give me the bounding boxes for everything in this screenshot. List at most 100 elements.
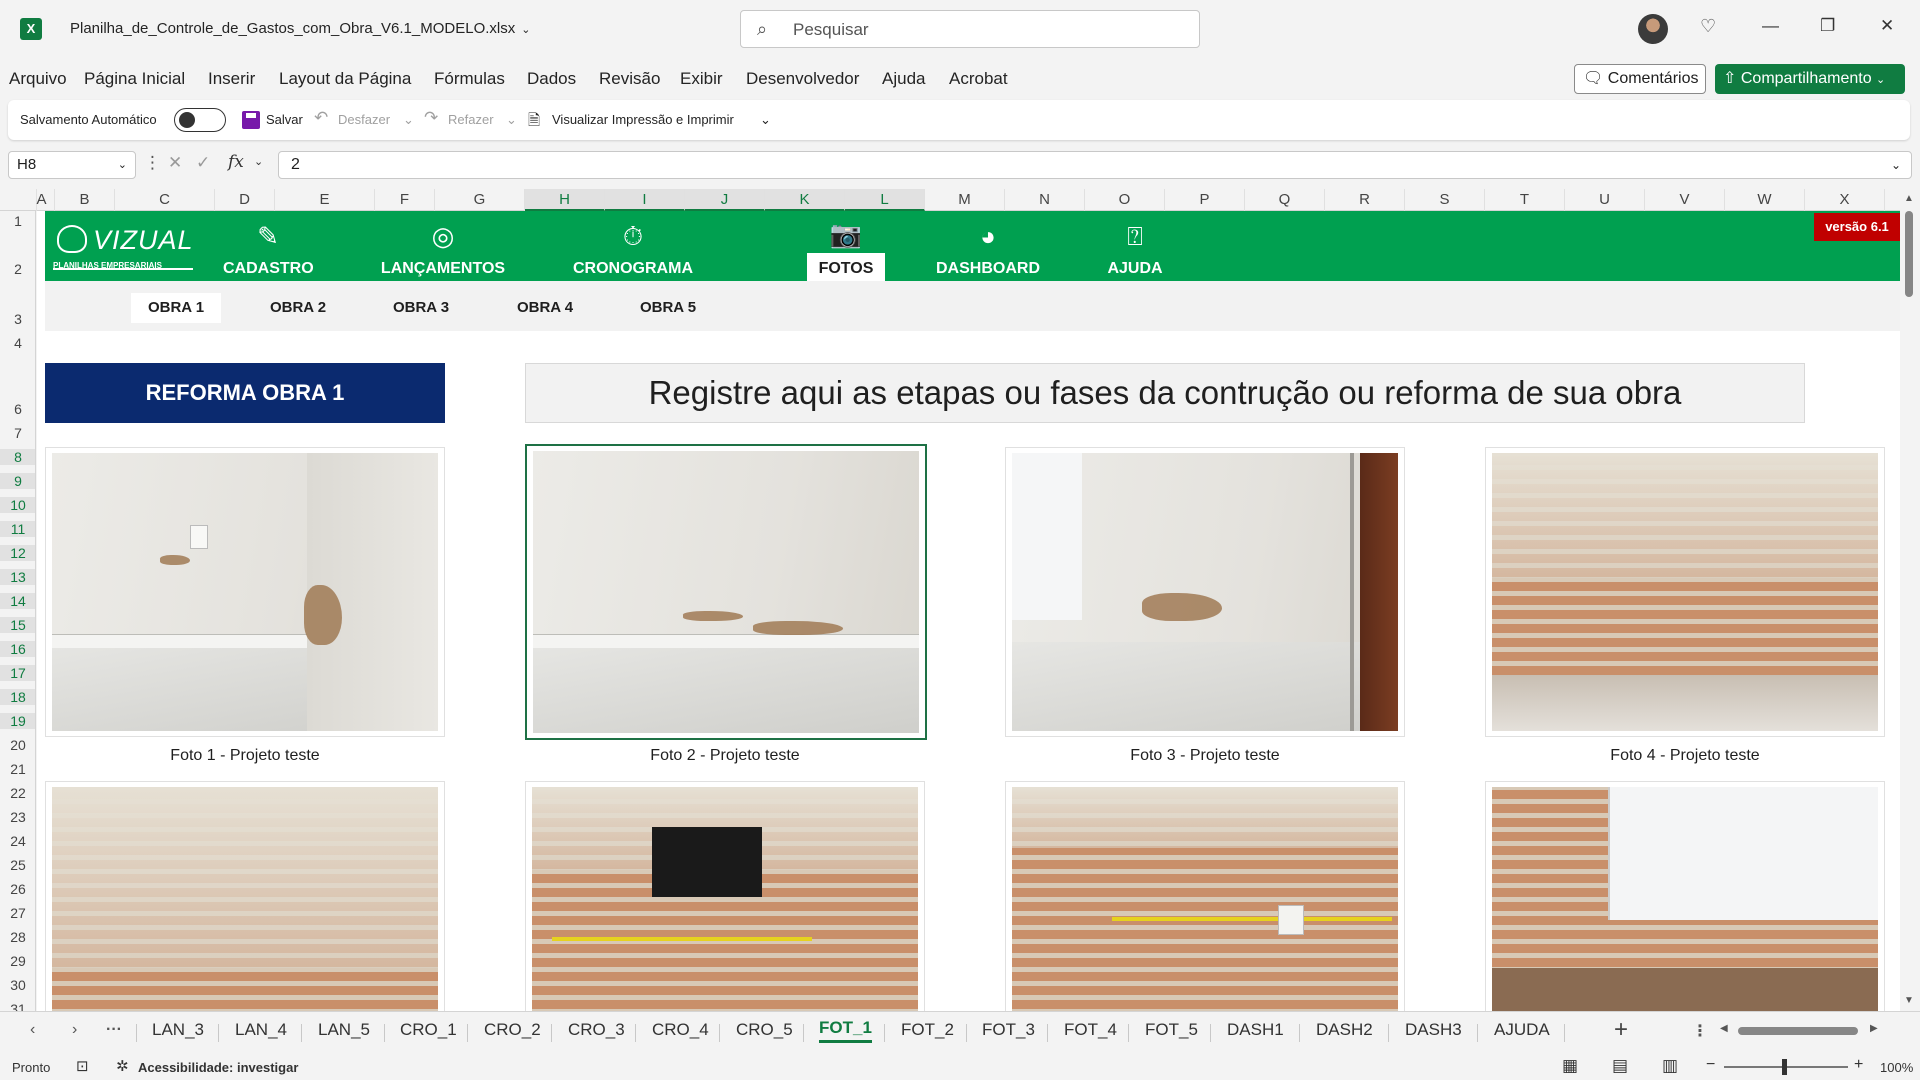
menu-pagina-inicial[interactable]: Página Inicial	[84, 69, 185, 89]
photo-card-6[interactable]	[525, 781, 925, 1011]
tab-obra-1[interactable]: OBRA 1	[131, 293, 221, 323]
row-header[interactable]: 1	[0, 213, 35, 229]
sheet-tab[interactable]: DASH1	[1227, 1020, 1284, 1040]
scroll-thumb[interactable]	[1905, 211, 1913, 297]
page-layout-icon[interactable]: ▤	[1612, 1056, 1628, 1076]
column-header[interactable]: K	[765, 189, 845, 211]
more-options-icon[interactable]: ⋮	[1692, 1021, 1708, 1041]
zoom-slider-thumb[interactable]	[1782, 1059, 1787, 1075]
photo-card-2[interactable]	[525, 444, 927, 740]
photo-card-8[interactable]	[1485, 781, 1885, 1011]
print-preview-icon[interactable]: 🗎	[528, 110, 540, 135]
sheet-tab-active[interactable]: FOT_1	[819, 1018, 872, 1043]
tab-obra-4[interactable]: OBRA 4	[500, 293, 590, 323]
horizontal-scrollbar[interactable]: ◀ ▶	[1720, 1023, 1880, 1036]
row-header[interactable]: 27	[0, 905, 35, 921]
column-header[interactable]: H	[525, 189, 605, 211]
scroll-right-icon[interactable]: ▶	[1870, 1023, 1878, 1034]
customize-toolbar-icon[interactable]: ⌄	[760, 112, 771, 128]
column-header[interactable]: L	[845, 189, 925, 211]
row-header[interactable]: 9	[0, 473, 35, 489]
sheet-tab[interactable]: CRO_5	[736, 1020, 793, 1040]
menu-exibir[interactable]: Exibir	[680, 69, 723, 89]
menu-arquivo[interactable]: Arquivo	[9, 69, 67, 89]
accessibility-icon[interactable]: ✲	[116, 1057, 129, 1075]
column-header[interactable]: I	[605, 189, 685, 211]
zoom-in-icon[interactable]: +	[1854, 1056, 1863, 1074]
row-header[interactable]: 3	[0, 311, 35, 327]
row-header[interactable]: 21	[0, 761, 35, 777]
tab-obra-3[interactable]: OBRA 3	[376, 293, 466, 323]
photo-card-1[interactable]	[45, 447, 445, 737]
autosave-toggle[interactable]	[174, 108, 226, 132]
row-header[interactable]: 4	[0, 335, 35, 351]
close-icon[interactable]: ✕	[1880, 16, 1894, 36]
file-name-dropdown[interactable]: Planilha_de_Controle_de_Gastos_com_Obra_…	[70, 20, 530, 37]
sheet-tab[interactable]: DASH2	[1316, 1020, 1373, 1040]
column-header[interactable]: C	[115, 189, 215, 211]
cancel-formula-icon[interactable]: ✕	[168, 153, 182, 173]
more-sheets-icon[interactable]: ···	[106, 1021, 122, 1039]
search-input[interactable]	[793, 17, 1173, 43]
column-header[interactable]: Q	[1245, 189, 1325, 211]
sheet-tab[interactable]: CRO_3	[568, 1020, 625, 1040]
column-header[interactable]: X	[1805, 189, 1885, 211]
confirm-formula-icon[interactable]: ✓	[196, 153, 210, 173]
row-header[interactable]: 17	[0, 665, 35, 681]
row-header[interactable]: 23	[0, 809, 35, 825]
redo-dropdown-icon[interactable]: ⌄	[506, 112, 517, 128]
row-header[interactable]: 26	[0, 881, 35, 897]
row-header[interactable]: 11	[0, 521, 35, 537]
row-header[interactable]: 20	[0, 737, 35, 753]
row-header[interactable]: 22	[0, 785, 35, 801]
column-header[interactable]: J	[685, 189, 765, 211]
nav-ajuda[interactable]: ⍰ AJUDA	[1095, 211, 1175, 281]
column-header[interactable]: B	[55, 189, 115, 211]
previous-sheet-icon[interactable]: ‹	[30, 1021, 35, 1039]
row-header[interactable]: 10	[0, 497, 35, 513]
name-box[interactable]: H8 ⌄	[8, 151, 136, 179]
column-header[interactable]: G	[435, 189, 525, 211]
column-header[interactable]: W	[1725, 189, 1805, 211]
sheet-tab[interactable]: DASH3	[1405, 1020, 1462, 1040]
photo-card-5[interactable]	[45, 781, 445, 1011]
sheet-tab[interactable]: LAN_4	[235, 1020, 287, 1040]
row-header[interactable]: 2	[0, 261, 35, 277]
photo-card-7[interactable]	[1005, 781, 1405, 1011]
sheet-tab[interactable]: CRO_4	[652, 1020, 709, 1040]
row-header[interactable]: 15	[0, 617, 35, 633]
menu-layout-da-pagina[interactable]: Layout da Página	[279, 69, 411, 89]
sheet-tab[interactable]: LAN_3	[152, 1020, 204, 1040]
column-header[interactable]: O	[1085, 189, 1165, 211]
minimize-icon[interactable]: —	[1762, 16, 1779, 36]
share-button[interactable]: ⇧ Compartilhamento ⌄	[1715, 64, 1905, 94]
nav-lancamentos[interactable]: ◎ LANÇAMENTOS	[363, 211, 523, 281]
column-header[interactable]: E	[275, 189, 375, 211]
nav-fotos[interactable]: 📷 FOTOS	[807, 211, 885, 281]
row-header[interactable]: 12	[0, 545, 35, 561]
sheet-tab[interactable]: FOT_5	[1145, 1020, 1198, 1040]
row-header[interactable]: 24	[0, 833, 35, 849]
user-avatar[interactable]	[1638, 14, 1668, 44]
column-header[interactable]: D	[215, 189, 275, 211]
print-preview-button[interactable]: Visualizar Impressão e Imprimir	[552, 112, 734, 127]
sheet-tab[interactable]: CRO_2	[484, 1020, 541, 1040]
tab-obra-5[interactable]: OBRA 5	[623, 293, 713, 323]
sheet-tab[interactable]: FOT_2	[901, 1020, 954, 1040]
vertical-scrollbar[interactable]: ▲ ▼	[1900, 189, 1920, 1011]
scroll-up-icon[interactable]: ▲	[1904, 193, 1914, 204]
row-header[interactable]: 25	[0, 857, 35, 873]
column-header[interactable]: A	[29, 189, 55, 211]
row-header[interactable]: 7	[0, 425, 35, 441]
menu-ajuda[interactable]: Ajuda	[882, 69, 925, 89]
comments-button[interactable]: 🗨 Comentários	[1574, 64, 1706, 94]
row-header[interactable]: 13	[0, 569, 35, 585]
row-header[interactable]: 29	[0, 953, 35, 969]
menu-revisao[interactable]: Revisão	[599, 69, 660, 89]
column-header[interactable]: S	[1405, 189, 1485, 211]
sheet-tab[interactable]: AJUDA	[1494, 1020, 1550, 1040]
photo-card-4[interactable]	[1485, 447, 1885, 737]
scroll-thumb[interactable]	[1738, 1027, 1858, 1035]
nav-cronograma[interactable]: ⏱ CRONOGRAMA	[563, 211, 703, 281]
redo-icon[interactable]: ↷	[424, 108, 438, 128]
